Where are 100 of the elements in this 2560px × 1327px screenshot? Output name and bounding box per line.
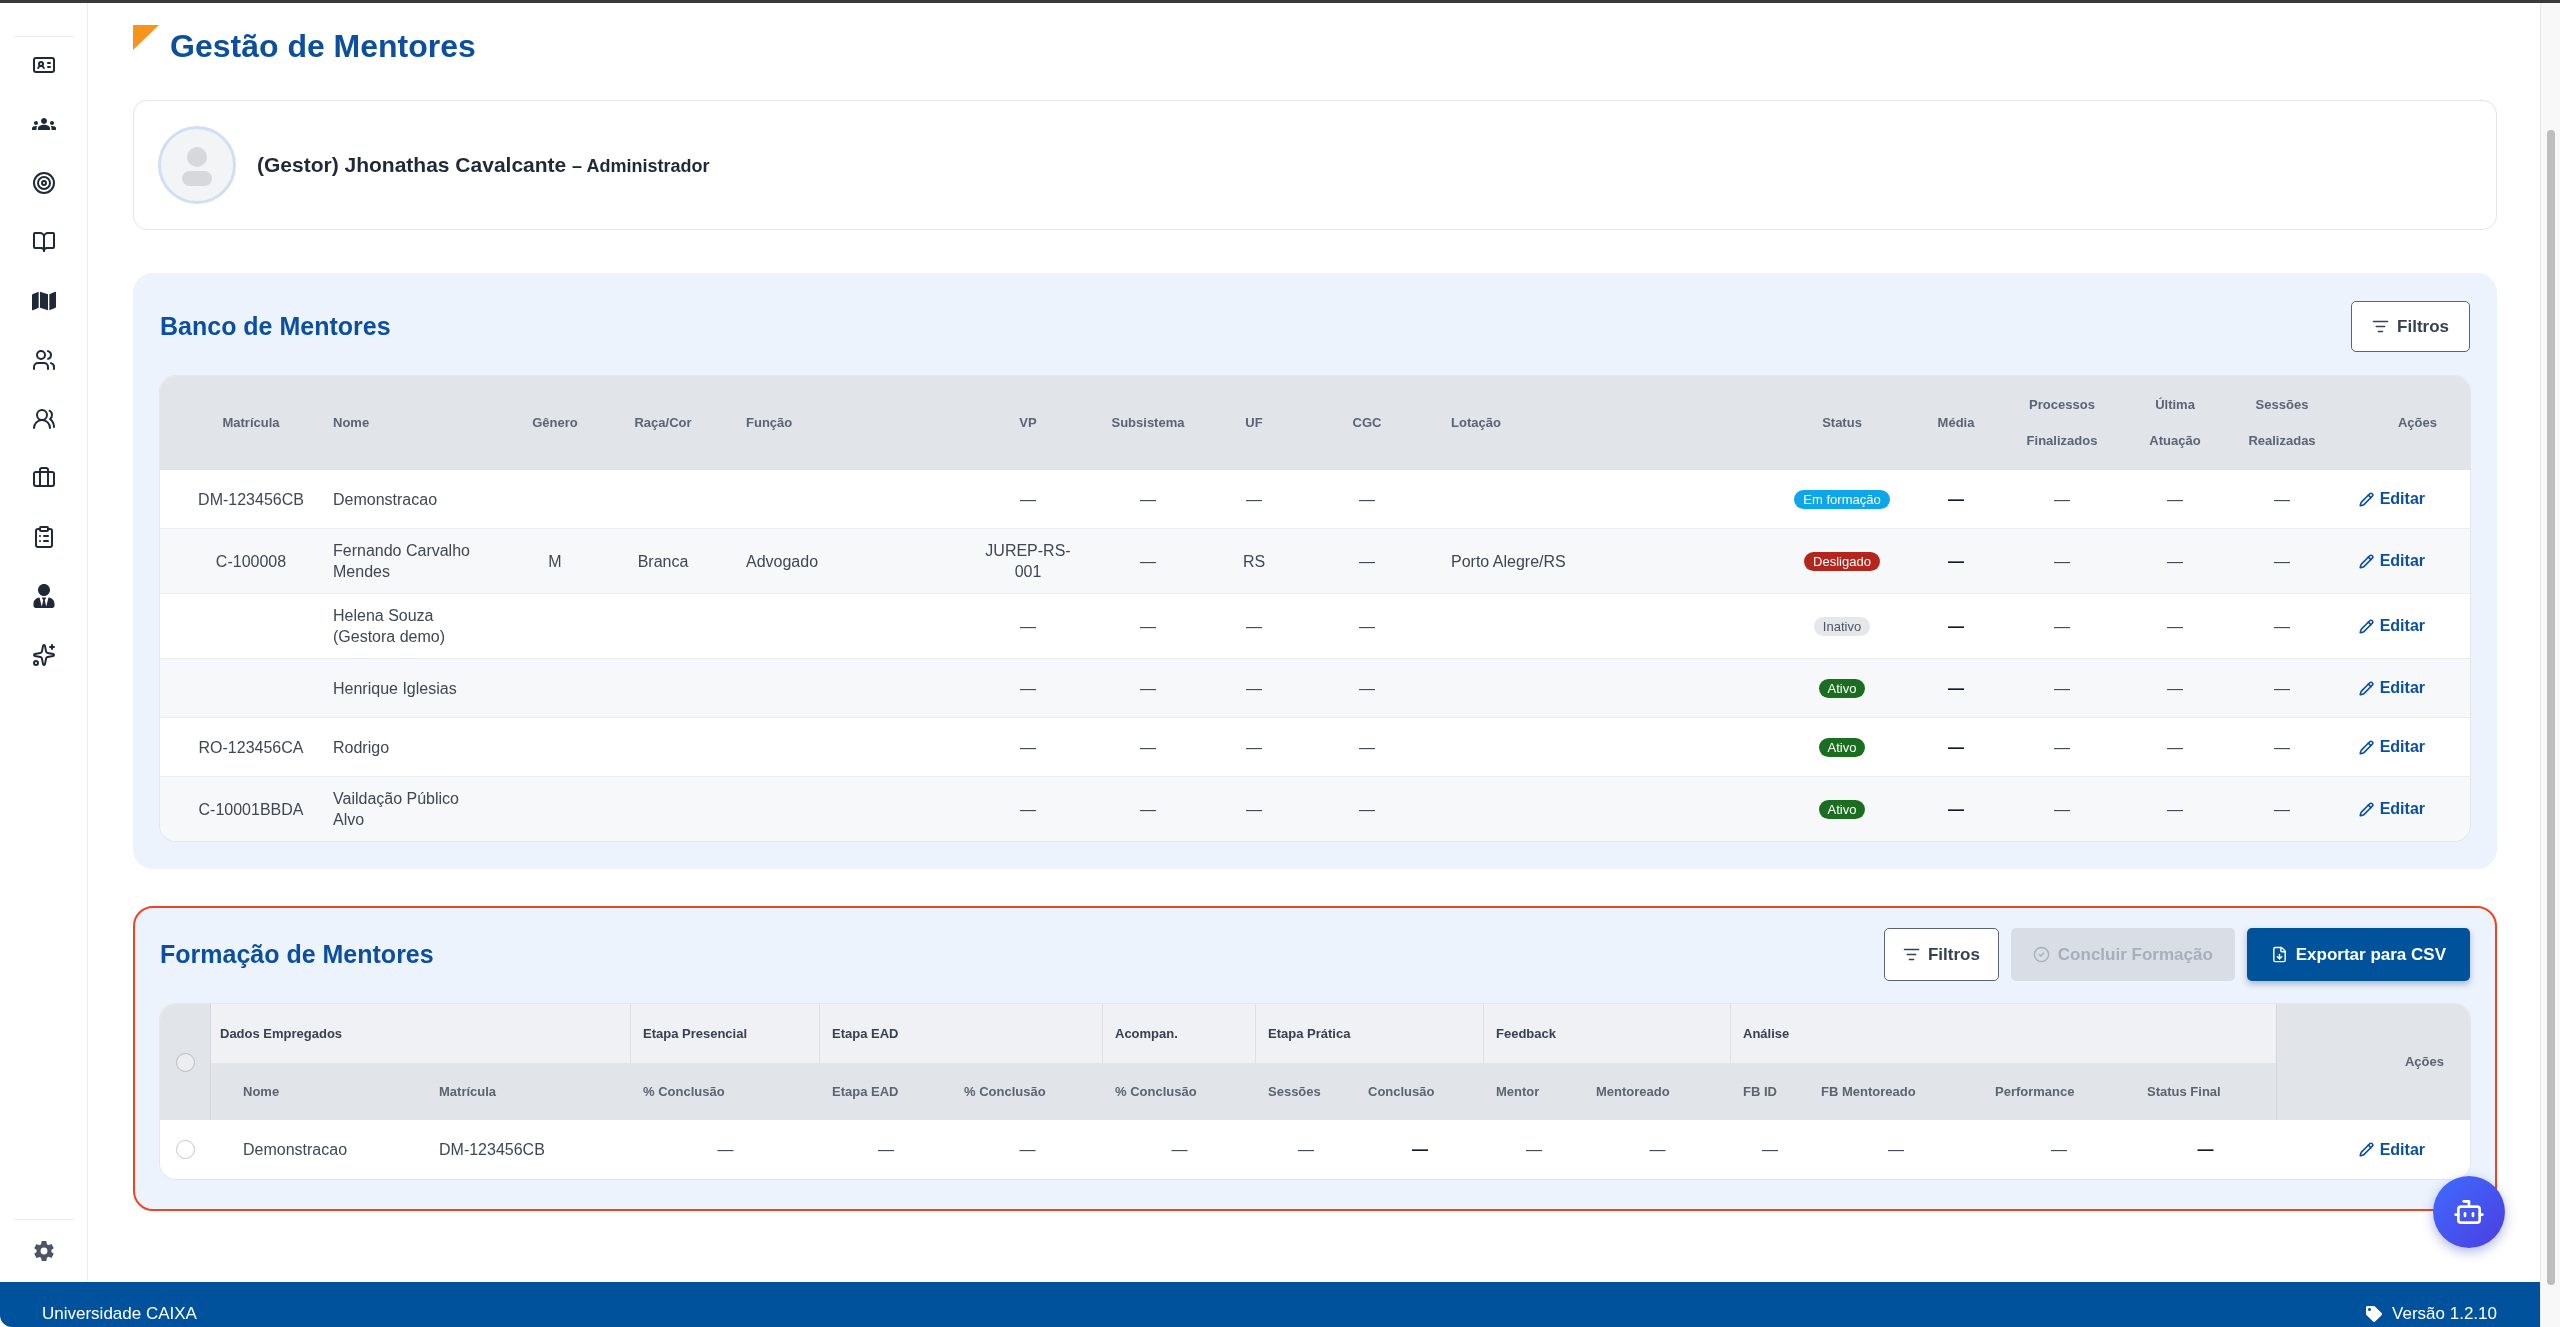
- scrollbar-thumb[interactable]: [2546, 130, 2555, 1285]
- column-header: FB ID: [1731, 1063, 1809, 1120]
- table-cell-text: —: [1139, 737, 1157, 758]
- table-cell-text: —: [2166, 737, 2184, 758]
- table-cell-text: —: [2166, 799, 2184, 820]
- footer-text: Universidade CAIXA: [42, 1302, 197, 1325]
- user-info: (Gestor) Jhonathas Cavalcante – Administrador: [257, 152, 710, 179]
- table-cell-text: Henrique Iglesias: [332, 678, 458, 699]
- assistant-button[interactable]: [2433, 1176, 2505, 1248]
- table-cell-text: —: [1139, 799, 1157, 820]
- table-cell-text: —: [2053, 737, 2071, 758]
- table-cell-text: DM-123456CB: [197, 489, 305, 510]
- table-cell-text: —: [1947, 799, 1965, 820]
- table-cell-text: —: [1139, 616, 1157, 637]
- table-cell-text: —: [2273, 551, 2291, 572]
- pencil-icon: [2358, 491, 2374, 507]
- status-badge: Em formação: [1794, 489, 1890, 509]
- column-header: Status: [1821, 414, 1863, 432]
- table-cell-text: —: [2053, 616, 2071, 637]
- tag-icon: [2366, 1305, 2383, 1322]
- table-cell-text: —: [2273, 737, 2291, 758]
- column-group-header: Etapa Prática: [1256, 1004, 1484, 1063]
- column-header: Processos Finalizados: [2025, 396, 2099, 450]
- edit-link[interactable]: Editar: [2358, 1137, 2425, 1162]
- filter-button[interactable]: Filtros: [2351, 301, 2470, 352]
- table-cell-text: M: [547, 551, 563, 572]
- table-cell-text: —: [2053, 799, 2071, 820]
- pencil-icon: [2358, 680, 2374, 696]
- file-download-icon: [2270, 946, 2288, 963]
- select-all-radio[interactable]: [175, 1052, 195, 1072]
- map-icon[interactable]: [31, 289, 56, 313]
- table-cell-text: —: [1019, 489, 1037, 510]
- pencil-icon: [2358, 553, 2374, 569]
- table-cell-text: —: [1139, 489, 1157, 510]
- briefcase-icon[interactable]: [31, 466, 56, 490]
- table-cell-text: JUREP-RS-001: [984, 541, 1072, 582]
- table-cell-text: —: [2273, 799, 2291, 820]
- table-cell-text: —: [2053, 489, 2071, 510]
- table-cell-text: —: [2053, 551, 2071, 572]
- table-cell-text: C-100008: [214, 551, 288, 572]
- pencil-icon: [2358, 739, 2374, 755]
- column-header: % Conclusão: [1103, 1063, 1256, 1120]
- column-group-header: Etapa EAD: [820, 1004, 1103, 1063]
- section-title: Banco de Mentores: [160, 311, 391, 342]
- column-header: Sessões: [1256, 1063, 1356, 1120]
- table-cell-text: —: [1019, 799, 1037, 820]
- sparkles-icon[interactable]: [31, 643, 56, 667]
- column-group-header: Acompan.: [1103, 1004, 1256, 1063]
- column-header: Função: [745, 414, 794, 432]
- column-header: Ações: [2276, 1004, 2470, 1120]
- table-cell-text: —: [1358, 489, 1376, 510]
- edit-link[interactable]: Editar: [2358, 676, 2425, 700]
- status-badge: Ativo: [1818, 799, 1866, 819]
- column-header: Nome: [211, 1063, 429, 1120]
- column-header: Performance: [1983, 1063, 2135, 1120]
- column-header: Conclusão: [1356, 1063, 1484, 1120]
- column-group-header: Feedback: [1484, 1004, 1731, 1063]
- table-cell-text: RO-123456CA: [197, 737, 305, 758]
- table-cell-text: —: [2166, 489, 2184, 510]
- page-title: Gestão de Mentores: [170, 27, 476, 66]
- settings-icon[interactable]: [32, 1240, 55, 1262]
- column-header: Status Final: [2135, 1063, 2276, 1120]
- users-icon[interactable]: [31, 348, 56, 372]
- column-header: UF: [1244, 414, 1264, 432]
- column-header: Mentoreado: [1584, 1063, 1731, 1120]
- edit-link[interactable]: Editar: [2358, 614, 2425, 638]
- table-cell-text: Advogado: [745, 551, 820, 572]
- edit-link[interactable]: Editar: [2358, 797, 2425, 821]
- table-cell-text: Helena Souza (Gestora demo): [332, 606, 447, 647]
- column-header: Nome: [332, 414, 371, 432]
- action-button[interactable]: Exportar para CSV: [2246, 928, 2470, 981]
- status-badge: Ativo: [1818, 737, 1866, 757]
- column-header: Sessões Realizadas: [2247, 396, 2317, 450]
- user-pair-icon[interactable]: [31, 407, 56, 431]
- status-badge: Desligado: [1804, 551, 1880, 571]
- table-cell-text: Vaildação Público Alvo: [332, 789, 460, 830]
- edit-link[interactable]: Editar: [2358, 487, 2425, 511]
- column-header: CGC: [1351, 414, 1383, 432]
- table-cell-text: C-10001BBDA: [197, 799, 305, 820]
- edit-link[interactable]: Editar: [2358, 735, 2425, 759]
- pencil-icon: [2358, 618, 2374, 634]
- target-icon[interactable]: [31, 171, 56, 195]
- table-cell-text: —: [1139, 551, 1157, 572]
- person-tie-icon[interactable]: [31, 584, 56, 608]
- column-header: Raça/Cor: [633, 414, 693, 432]
- column-header: Lotação: [1450, 414, 1502, 432]
- check-circle-icon: [2032, 946, 2050, 963]
- column-header: Última Atuação: [2148, 396, 2202, 450]
- table-cell-text: —: [2273, 489, 2291, 510]
- table-cell-text: —: [2166, 678, 2184, 699]
- row-radio[interactable]: [176, 1140, 195, 1159]
- action-button[interactable]: Filtros: [1883, 928, 1999, 981]
- edit-link[interactable]: Editar: [2358, 549, 2425, 573]
- pencil-icon: [2358, 1142, 2374, 1157]
- column-header: Ações: [2396, 414, 2438, 432]
- table-cell-text: —: [2166, 616, 2184, 637]
- table-cell-text: Porto Alegre/RS: [1450, 551, 1567, 572]
- table-cell-text: —: [1947, 678, 1965, 699]
- status-badge: Ativo: [1818, 678, 1866, 698]
- book-icon[interactable]: [31, 230, 56, 254]
